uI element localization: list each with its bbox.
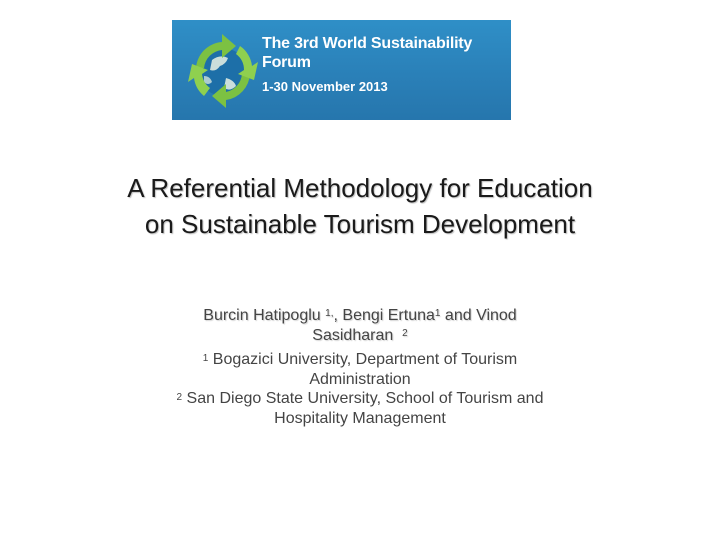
affiliation-1-text1: Bogazici University, Department of Touri…	[212, 351, 518, 368]
title-line1: A Referential Methodology for Education	[127, 173, 593, 203]
affiliation-2-line2: Hospitality Management	[274, 410, 446, 427]
author2-name: Bengi Ertuna	[342, 307, 435, 324]
banner-title-line2: Forum	[262, 54, 311, 72]
affiliation-1-line1: 1 Bogazici University, Department of Tou…	[0, 350, 720, 370]
banner-title-line1: The 3rd World Sustainability	[262, 35, 473, 52]
forum-banner: The 3rd World Sustainability Forum 1-30 …	[172, 20, 511, 120]
affiliation-2-line1: 2 San Diego State University, School of …	[0, 389, 720, 409]
authors-line1: Burcin Hatipoglu 1,, Bengi Ertuna1 and V…	[0, 306, 720, 326]
authors-line2: Sasidharan 2	[0, 326, 720, 346]
affiliation-1-line2: Administration	[309, 371, 411, 388]
page-title: A Referential Methodology for Education …	[0, 170, 720, 242]
author3-lastname: Sasidharan	[312, 327, 394, 344]
recycle-globe-icon	[188, 34, 258, 108]
affiliation-1-sup: 1	[202, 353, 209, 364]
affiliation-2: 2 San Diego State University, School of …	[0, 389, 720, 429]
author-list: Burcin Hatipoglu 1,, Bengi Ertuna1 and V…	[0, 306, 720, 346]
banner-text: The 3rd World Sustainability Forum 1-30 …	[262, 34, 472, 95]
author-conjunction: and Vinod	[444, 307, 517, 324]
author2-sup: 1	[434, 308, 441, 319]
affiliation-2-sup: 2	[176, 392, 183, 403]
affiliation-2-text1: San Diego State University, School of To…	[186, 390, 544, 407]
author-separator: ,	[333, 307, 338, 324]
author3-sup: 2	[402, 328, 408, 339]
author1-name: Burcin Hatipoglu	[203, 307, 321, 324]
affiliation-1: 1 Bogazici University, Department of Tou…	[0, 350, 720, 390]
title-line2: on Sustainable Tourism Development	[144, 209, 576, 239]
author1-sup: 1,	[325, 308, 334, 319]
banner-date: 1-30 November 2013	[262, 79, 388, 95]
